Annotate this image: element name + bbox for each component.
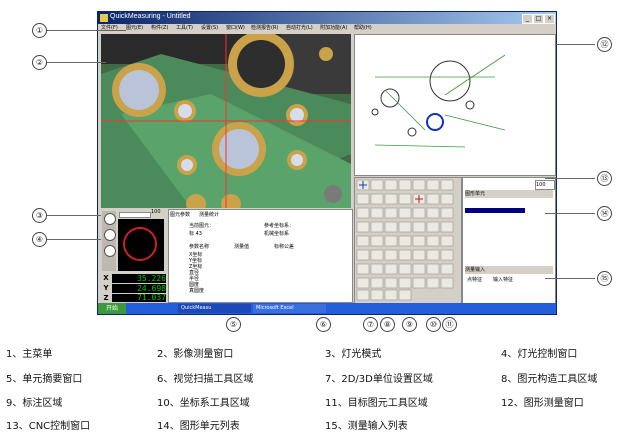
window-title: QuickMeasuring - Untitled <box>110 13 191 20</box>
menu-report[interactable]: 检测报告(R) <box>251 24 278 33</box>
maximize-button[interactable]: □ <box>533 14 544 24</box>
menu-help[interactable]: 帮助(H) <box>354 24 372 33</box>
bottom-light-icon[interactable] <box>104 245 116 257</box>
taskbar-item-quickmeasure[interactable]: QuickMeasu <box>178 304 251 313</box>
graphics-measurement-window[interactable] <box>354 34 556 176</box>
start-button[interactable]: 开始 <box>98 303 126 314</box>
callout-line-3 <box>46 215 101 216</box>
legend-3: 3、灯光模式 <box>325 349 382 360</box>
summary-ref-value: 机械坐标系 <box>264 231 290 237</box>
legend-10: 10、坐标系工具区域 <box>157 398 250 409</box>
menu-tools[interactable]: 工具(T) <box>176 24 193 33</box>
app-icon <box>100 14 108 22</box>
close-button[interactable]: × <box>544 14 555 24</box>
light-ring <box>123 227 157 261</box>
callout-9: ⑨ <box>402 317 417 332</box>
windows-taskbar: 开始 QuickMeasu Microsoft Excel <box>98 303 556 314</box>
light-slider[interactable] <box>119 212 151 218</box>
callout-line-4 <box>46 239 101 240</box>
list-panels: 图形单元 测量输入 点特征 输入特征 100 <box>462 177 556 304</box>
callout-line-14 <box>545 213 595 214</box>
application-window: QuickMeasuring - Untitled _ □ × 文件(F) 图元… <box>97 11 557 315</box>
dro-readout: X 35.226 Y 24.698 Z 71.037 <box>101 274 166 302</box>
summary-current-value: 标 43 <box>189 231 202 237</box>
callout-6: ⑥ <box>316 317 331 332</box>
callout-line-15 <box>545 278 595 279</box>
ring-light-icon[interactable] <box>104 213 116 225</box>
menu-addon[interactable]: 附加功能(A) <box>320 24 347 33</box>
menu-construct[interactable]: 构件(Z) <box>151 24 168 33</box>
summary-row-true-roundness: 真圆度 <box>189 288 205 294</box>
pcb-image <box>101 34 351 208</box>
tool-area <box>354 177 462 304</box>
menu-settings[interactable]: 设置(S) <box>201 24 218 33</box>
menu-autolight[interactable]: 自动打光(L) <box>286 24 313 33</box>
summary-table-header-tol: 标称公差 <box>274 244 295 250</box>
legend-11: 11、目标图元工具区域 <box>325 398 428 409</box>
summary-tab-params[interactable]: 图元参数 <box>170 211 190 218</box>
legend-15: 15、测量输入列表 <box>325 421 408 432</box>
dro-x-value: 35.226 <box>112 274 166 283</box>
element-list-selection[interactable] <box>465 208 525 213</box>
legend-7: 7、2D/3D单位设置区域 <box>325 374 433 385</box>
dro-z-value: 71.037 <box>112 294 166 302</box>
summary-ref-label: 参考坐标系： <box>264 223 295 229</box>
coaxial-light-icon[interactable] <box>104 229 116 241</box>
menu-element[interactable]: 图元(E) <box>126 24 143 33</box>
legend-9: 9、标注区域 <box>6 398 63 409</box>
legend-5: 5、单元摘要窗口 <box>6 374 83 385</box>
legend-14: 14、图形单元列表 <box>157 421 240 432</box>
callout-line-13 <box>545 178 595 179</box>
callout-10: ⑩ <box>426 317 441 332</box>
callout-5: ⑤ <box>226 317 241 332</box>
summary-current-label: 当前图元： <box>189 223 215 229</box>
video-measurement-window[interactable] <box>101 34 351 208</box>
dro-x-label: X <box>101 274 111 283</box>
measure-input-header: 测量输入 <box>465 266 553 274</box>
callout-3: ③ <box>32 208 47 223</box>
callout-8: ⑧ <box>380 317 395 332</box>
callout-14: ⑭ <box>597 206 612 221</box>
legend-13: 13、CNC控制窗口 <box>6 421 91 432</box>
taskbar-item-excel[interactable]: Microsoft Excel <box>253 304 326 313</box>
callout-2: ② <box>32 55 47 70</box>
main-menu: 文件(F) 图元(E) 构件(Z) 工具(T) 设置(S) 窗口(W) 检测报告… <box>98 24 556 33</box>
callout-1: ① <box>32 23 47 38</box>
callout-4: ④ <box>32 232 47 247</box>
callout-13: ⑬ <box>597 171 612 186</box>
callout-line-12 <box>555 44 595 45</box>
legend-1: 1、主菜单 <box>6 349 53 360</box>
graphics-canvas <box>371 54 506 148</box>
summary-table-header-value: 测量值 <box>234 244 250 250</box>
input-feature-label: 输入特征 <box>493 277 514 283</box>
callout-11: ⑪ <box>442 317 457 332</box>
menu-window[interactable]: 窗口(W) <box>226 24 245 33</box>
callout-7: ⑦ <box>363 317 378 332</box>
callout-12: ⑫ <box>597 37 612 52</box>
dro-z-label: Z <box>101 294 111 302</box>
dro-y-label: Y <box>101 284 111 293</box>
menu-file[interactable]: 文件(F) <box>101 24 118 33</box>
legend-2: 2、影像测量窗口 <box>157 349 234 360</box>
summary-table-header-name: 参数名称 <box>189 244 210 250</box>
legend-8: 8、图元构造工具区域 <box>501 374 598 385</box>
callout-line-2 <box>46 62 106 63</box>
title-bar: QuickMeasuring - Untitled _ □ × <box>98 12 556 24</box>
callout-15: ⑮ <box>597 271 612 286</box>
legend-6: 6、视觉扫描工具区域 <box>157 374 254 385</box>
legend-4: 4、灯光控制窗口 <box>501 349 578 360</box>
toolbar-grid[interactable] <box>355 178 461 303</box>
light-ring-display[interactable] <box>118 219 164 271</box>
light-slider-value: 100 <box>151 209 161 215</box>
zoom-dropdown[interactable]: 100 <box>535 180 555 190</box>
minimize-button[interactable]: _ <box>522 14 533 24</box>
summary-tab-stats[interactable]: 测量统计 <box>199 211 219 218</box>
callout-line-1 <box>46 30 126 31</box>
element-summary-window: 图元参数 测量统计 当前图元： 标 43 参考坐标系： 机械坐标系 参数名称 测… <box>168 209 353 303</box>
point-feature-label: 点特征 <box>467 277 483 283</box>
element-list-header: 图形单元 <box>465 190 553 198</box>
legend-12: 12、图形测量窗口 <box>501 398 584 409</box>
dro-y-value: 24.698 <box>112 284 166 293</box>
